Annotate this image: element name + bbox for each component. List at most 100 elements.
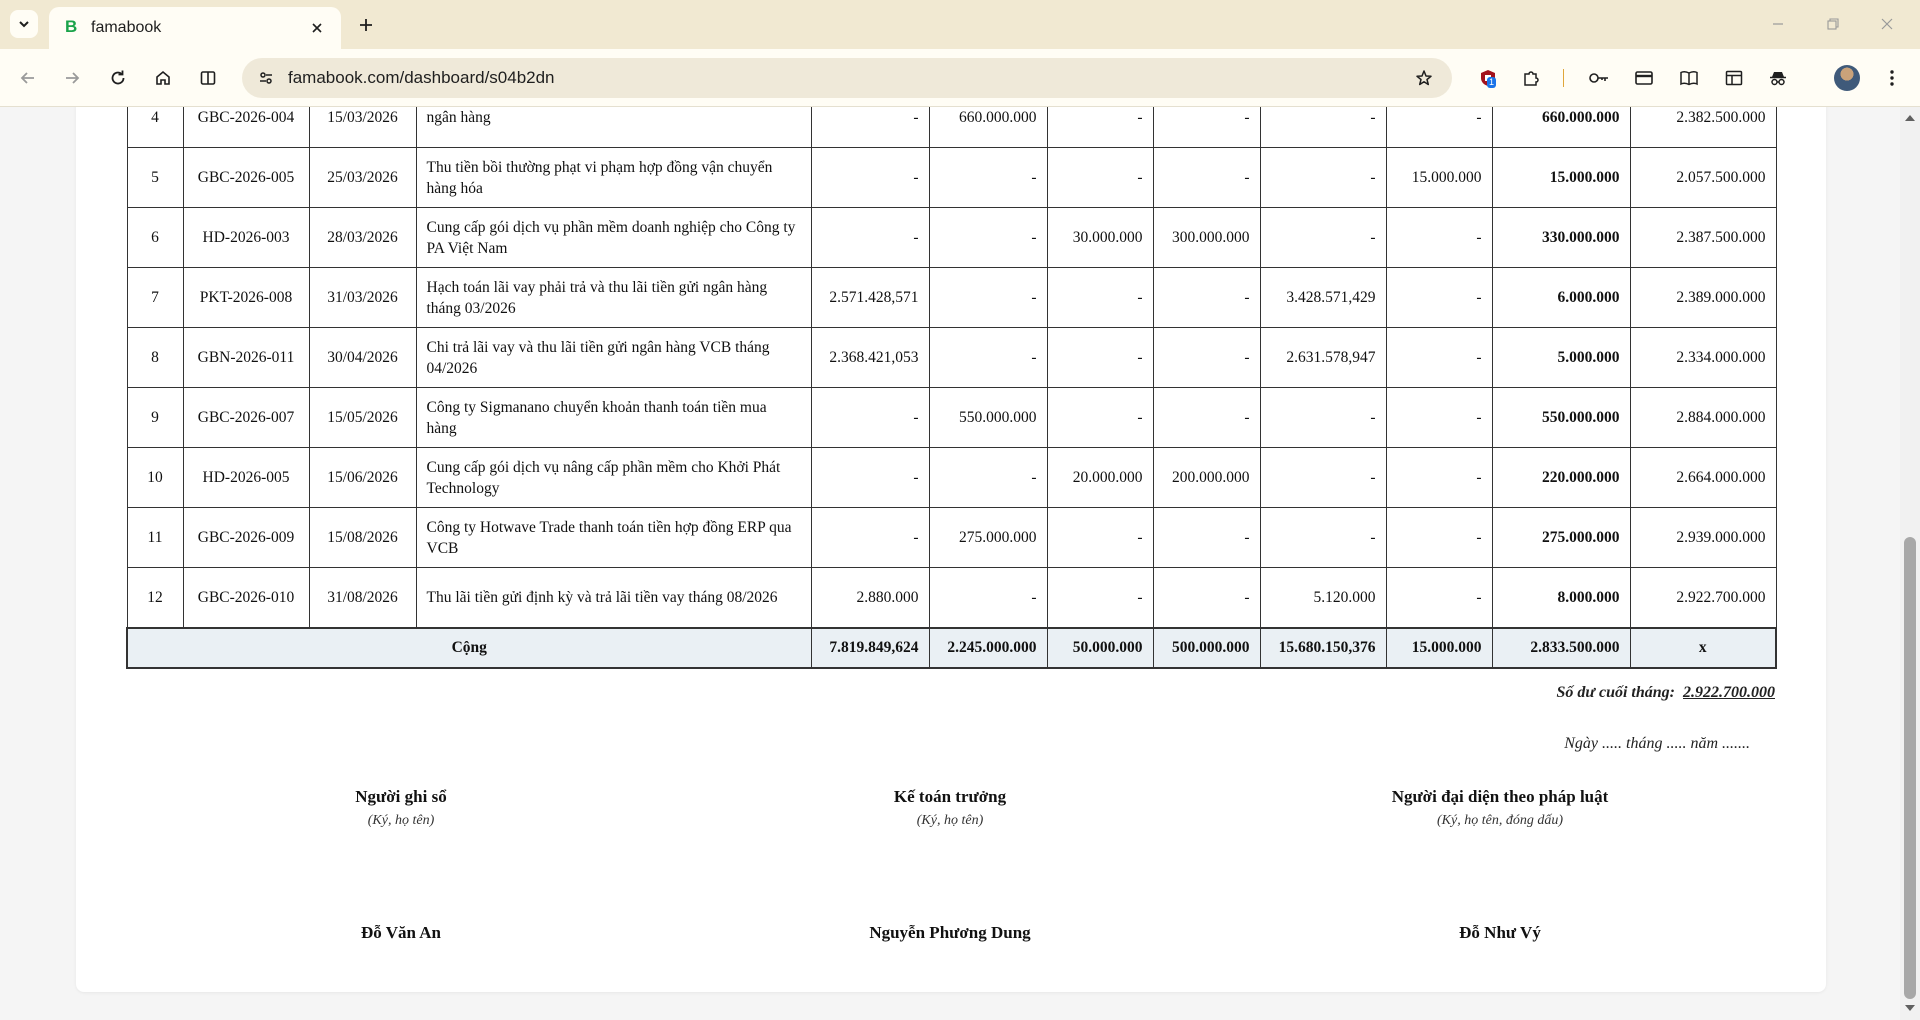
running-balance: 2.389.000.000 — [1629, 267, 1777, 328]
amount-cell: - — [928, 447, 1048, 508]
amount-cell: - — [1385, 567, 1493, 628]
site-info-button[interactable] — [252, 64, 280, 92]
ending-balance: Số dư cuối tháng: 2.922.700.000 — [1557, 684, 1776, 702]
reload-button[interactable] — [102, 62, 134, 94]
amount-cell: - — [928, 207, 1048, 268]
voucher-date: 28/03/2026 — [308, 207, 417, 268]
table-row: 10 HD-2026-005 15/06/2026 Cung cấp gói dịch… — [126, 447, 1777, 508]
amount-cell: - — [1385, 267, 1493, 328]
table-row: 5 GBC-2026-005 25/03/2026 Thu tiền bồi thườ… — [126, 147, 1777, 208]
amount-cell: - — [1152, 507, 1261, 568]
tab-title: famabook — [91, 19, 162, 36]
amount-cell: 3.428.571,429 — [1259, 267, 1387, 328]
table-icon — [1725, 70, 1743, 86]
amount-cell: - — [928, 147, 1048, 208]
amount-cell: - — [1259, 387, 1387, 448]
split-view-button[interactable] — [192, 62, 224, 94]
signature-block-chief-accountant: Kế toán trưởng (Ký, họ tên) Nguyễn Phươn… — [760, 787, 1140, 942]
incognito-button[interactable] — [1762, 62, 1794, 94]
voucher-date: 31/03/2026 — [308, 267, 417, 328]
browser-toolbar: famabook.com/dashboard/s04b2dn 1 — [0, 49, 1920, 107]
date-line: Ngày ..... tháng ..... năm ....... — [1564, 735, 1750, 752]
description: Thu lãi tiền gửi định kỳ và trả lãi tiền… — [415, 567, 812, 628]
amount-cell: - — [1152, 327, 1261, 388]
voucher-date: 30/04/2026 — [308, 327, 417, 388]
credit-card-icon — [1635, 71, 1653, 85]
close-icon — [1881, 18, 1893, 30]
amount-cell: 300.000.000 — [1152, 207, 1261, 268]
voucher-number: GBC-2026-007 — [182, 387, 310, 448]
voucher-date: 15/03/2026 — [308, 107, 417, 148]
amount-cell: - — [1259, 447, 1387, 508]
amount-cell: - — [1152, 107, 1261, 148]
restore-button[interactable] — [1810, 8, 1856, 40]
row-number: 10 — [126, 447, 184, 508]
active-tab[interactable]: B famabook — [49, 7, 341, 49]
close-window-button[interactable] — [1864, 8, 1910, 40]
amount-cell: - — [1046, 567, 1154, 628]
reading-mode-button[interactable] — [1673, 62, 1705, 94]
table-row: 11 GBC-2026-009 15/08/2026 Công ty Hotwave … — [126, 507, 1777, 568]
arrow-left-icon — [20, 72, 34, 84]
voucher-number: GBC-2026-010 — [182, 567, 310, 628]
forward-button[interactable] — [56, 62, 88, 94]
running-balance: 2.382.500.000 — [1629, 107, 1777, 148]
passwords-button[interactable] — [1583, 62, 1615, 94]
amount-cell: - — [928, 267, 1048, 328]
table-row: 8 GBN-2026-011 30/04/2026 Chi trả lãi vay v… — [126, 327, 1777, 388]
scroll-down-arrow-icon[interactable] — [1905, 1005, 1915, 1011]
voucher-number: GBN-2026-011 — [182, 327, 310, 388]
amount-cell: - — [1259, 107, 1387, 148]
voucher-date: 25/03/2026 — [308, 147, 417, 208]
running-balance: 2.334.000.000 — [1629, 327, 1777, 388]
amount-cell: - — [810, 207, 930, 268]
amount-cell: 2.631.578,947 — [1259, 327, 1387, 388]
back-button[interactable] — [12, 62, 44, 94]
voucher-date: 31/08/2026 — [308, 567, 417, 628]
row-total: 330.000.000 — [1491, 207, 1631, 268]
amount-cell: - — [1046, 507, 1154, 568]
signature-hint: (Ký, họ tên) — [916, 813, 984, 828]
browser-menu-button[interactable] — [1876, 62, 1908, 94]
extensions-button[interactable] — [1515, 62, 1547, 94]
amount-cell: - — [810, 387, 930, 448]
table-row: 12 GBC-2026-010 31/08/2026 Thu lãi tiền gửi… — [126, 567, 1777, 628]
tab-groups-button[interactable] — [1718, 62, 1750, 94]
amount-cell: - — [1046, 267, 1154, 328]
voucher-number: GBC-2026-005 — [182, 147, 310, 208]
row-total: 8.000.000 — [1491, 567, 1631, 628]
url-text[interactable]: famabook.com/dashboard/s04b2dn — [288, 68, 555, 88]
extension-shield-button[interactable]: 1 — [1472, 62, 1504, 94]
amount-cell: - — [1259, 147, 1387, 208]
minimize-button[interactable] — [1755, 8, 1801, 40]
running-balance: 2.884.000.000 — [1629, 387, 1777, 448]
amount-cell: 2.571.428,571 — [810, 267, 930, 328]
row-total: 220.000.000 — [1491, 447, 1631, 508]
address-bar[interactable]: famabook.com/dashboard/s04b2dn — [242, 58, 1452, 98]
total-cell: 15.680.150,376 — [1259, 626, 1387, 669]
scrollbar-thumb[interactable] — [1904, 537, 1916, 999]
signature-block-recorder: Người ghi sổ (Ký, họ tên) Đỗ Văn An — [211, 787, 591, 942]
scroll-up-arrow-icon[interactable] — [1905, 115, 1915, 121]
new-tab-button[interactable] — [352, 11, 380, 39]
running-balance: 2.387.500.000 — [1629, 207, 1777, 268]
extension-badge: 1 — [1487, 77, 1497, 88]
close-tab-button[interactable] — [305, 16, 329, 40]
profile-avatar[interactable] — [1834, 65, 1860, 91]
voucher-number: HD-2026-005 — [182, 447, 310, 508]
signature-block-legal-representative: Người đại diện theo pháp luật (Ký, họ tê… — [1310, 787, 1690, 942]
bookmark-button[interactable] — [1410, 64, 1438, 92]
amount-cell: - — [1385, 387, 1493, 448]
description: Công ty Sigmanano chuyển khoản thanh toá… — [415, 387, 812, 448]
vertical-scrollbar[interactable] — [1900, 107, 1920, 1020]
tab-strip: B famabook — [0, 0, 1920, 49]
home-button[interactable] — [147, 62, 179, 94]
description: Công ty Hotwave Trade thanh toán tiền hợ… — [415, 507, 812, 568]
table-row: 9 GBC-2026-007 15/05/2026 Công ty Sigmanano… — [126, 387, 1777, 448]
amount-cell: - — [1152, 387, 1261, 448]
voucher-date: 15/06/2026 — [308, 447, 417, 508]
tab-search-button[interactable] — [10, 10, 38, 38]
total-cell: 2.245.000.000 — [928, 626, 1048, 669]
payment-methods-button[interactable] — [1628, 62, 1660, 94]
description: Thu tiền bồi thường phạt vi phạm hợp đồn… — [415, 147, 812, 208]
